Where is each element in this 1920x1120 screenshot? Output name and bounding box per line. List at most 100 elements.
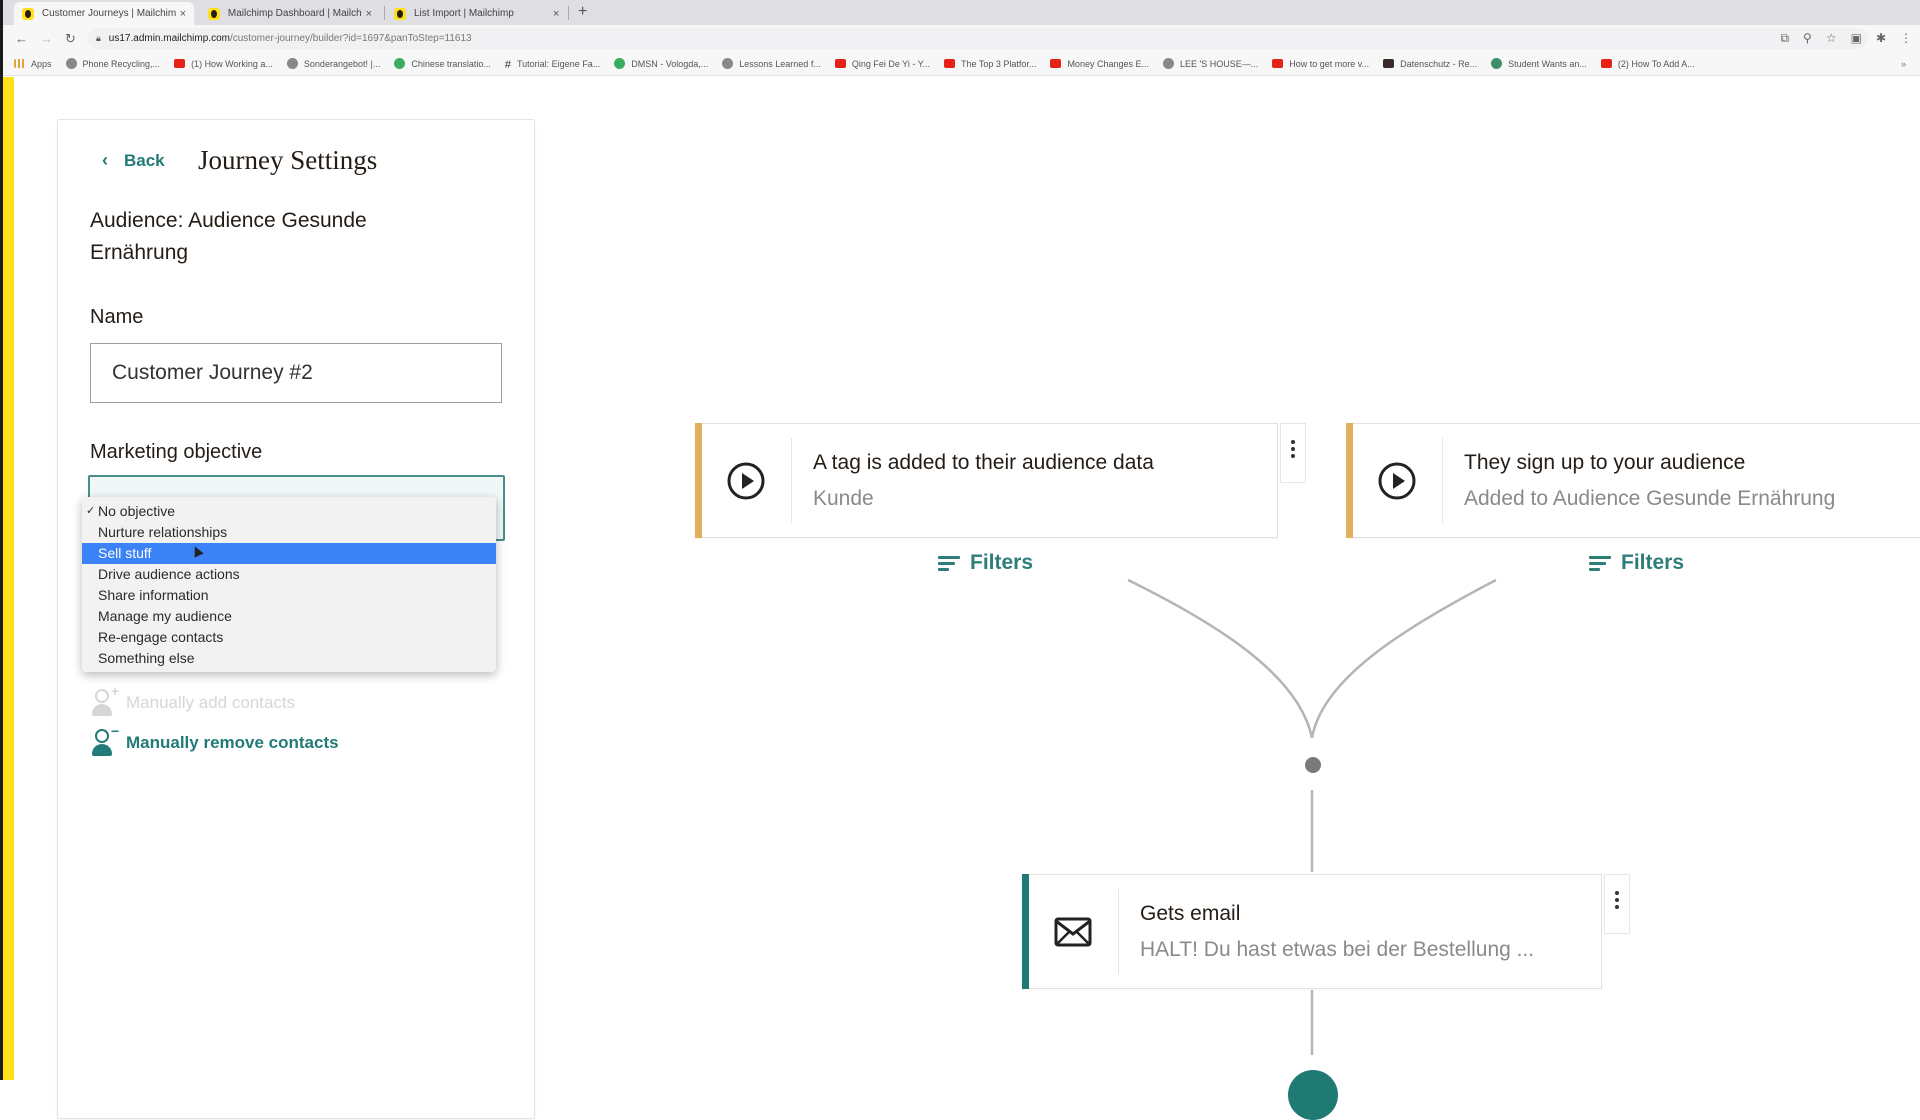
objective-option[interactable]: ✓ No objective	[82, 501, 496, 522]
zoom-icon[interactable]: ⚲	[1803, 31, 1812, 46]
action-accent-bar	[1022, 874, 1029, 989]
bookmark-label: Apps	[31, 58, 52, 69]
bookmark-label: Phone Recycling,...	[82, 58, 161, 69]
filters-label: Filters	[1621, 551, 1685, 574]
green-circle-icon	[394, 58, 406, 69]
star-bookmark-icon[interactable]: ☆	[1826, 31, 1837, 46]
objective-option[interactable]: Share information	[82, 585, 496, 606]
menu-icon[interactable]: ⋮	[1900, 31, 1912, 46]
bookmark-item[interactable]: Sonderangebot! |...	[286, 58, 381, 69]
bookmark-item[interactable]: Money Changes E...	[1050, 59, 1149, 69]
manually-add-contacts-link: + Manually add contacts	[92, 683, 295, 717]
bookmark-item[interactable]: How to get more v...	[1272, 59, 1369, 69]
bookmark-label: Money Changes E...	[1067, 58, 1149, 69]
bookmark-label: Lessons Learned f...	[739, 58, 821, 69]
option-label: Re-engage contacts	[98, 629, 224, 645]
bookmarks-overflow-button[interactable]: »	[1901, 59, 1906, 69]
close-tab-icon[interactable]: ×	[366, 8, 372, 20]
green-circle-icon	[614, 58, 626, 69]
trigger-1-filters-button[interactable]: Filters	[938, 551, 1033, 575]
browser-tab-list-import[interactable]: List Import | Mailchimp ×	[386, 2, 568, 25]
trigger-title: A tag is added to their audience data	[813, 450, 1154, 474]
trigger-node-sign-up[interactable]: They sign up to your audience Added to A…	[1346, 423, 1920, 538]
objective-option[interactable]: Nurture relationships	[82, 522, 496, 543]
figure-icon	[722, 58, 734, 69]
forward-arrow-icon[interactable]: →	[40, 31, 53, 46]
manually-remove-contacts-link[interactable]: − Manually remove contacts	[92, 723, 339, 757]
bookmark-item[interactable]: Chinese translatio...	[394, 58, 491, 69]
email-step-more-options[interactable]	[1604, 874, 1630, 934]
trigger-1-more-options[interactable]	[1280, 423, 1306, 483]
o-icon	[65, 58, 77, 69]
chevron-left-icon: ‹	[102, 150, 108, 170]
bookmark-label: The Top 3 Platfor...	[961, 58, 1037, 69]
bookmark-item[interactable]: Datenschutz - Re...	[1383, 59, 1477, 69]
back-button[interactable]: ‹ Back	[102, 150, 165, 171]
youtube-icon	[174, 59, 186, 68]
browser-tab-mailchimp-dashboard[interactable]: Mailchimp Dashboard | Mailchimp ×	[200, 2, 380, 25]
bookmark-item[interactable]: (2) How To Add A...	[1600, 59, 1695, 69]
trigger-accent-bar	[1346, 423, 1353, 538]
objective-option[interactable]: Something else	[82, 648, 496, 669]
audience-label: Audience: Audience Gesunde Ernährung	[90, 209, 367, 264]
objective-option[interactable]: Drive audience actions	[82, 564, 496, 585]
bookmark-label: Student Wants an...	[1508, 58, 1587, 69]
trigger-node-tag-added[interactable]: A tag is added to their audience data Ku…	[695, 423, 1278, 538]
trigger-2-filters-button[interactable]: Filters	[1589, 551, 1684, 575]
bookmark-label: Sonderangebot! |...	[303, 58, 381, 69]
envelope-icon	[1027, 889, 1119, 974]
teal-circle-icon	[1491, 58, 1503, 69]
reload-icon[interactable]: ↻	[65, 31, 76, 47]
bookmark-item[interactable]: Lessons Learned f...	[722, 58, 821, 69]
close-tab-icon[interactable]: ×	[553, 8, 559, 20]
journey-name-input[interactable]	[90, 343, 502, 403]
connector-left	[1127, 578, 1314, 739]
mailchimp-favicon-icon	[22, 7, 34, 20]
add-person-icon: +	[92, 683, 119, 717]
address-bar[interactable]: 🔒︎ us17.admin.mailchimp.com /customer-jo…	[88, 28, 1868, 49]
back-arrow-icon[interactable]: ←	[15, 31, 28, 46]
browser-toolbar: ← → ↻ 🔒︎ us17.admin.mailchimp.com /custo…	[0, 25, 1920, 52]
facebook-extension-icon[interactable]: ▣	[1851, 31, 1862, 46]
filter-lines-icon	[938, 555, 960, 571]
youtube-icon	[1600, 59, 1612, 68]
tab-title: Customer Journeys | Mailchimp	[41, 8, 176, 19]
add-step-button[interactable]	[1288, 1070, 1338, 1120]
objective-option[interactable]: Manage my audience	[82, 606, 496, 627]
marketing-objective-dropdown: ✓ No objective Nurture relationships Sell s…	[82, 497, 496, 672]
objective-option[interactable]: Re-engage contacts	[82, 627, 496, 648]
trigger-subtitle: Added to Audience Gesunde Ernährung	[1464, 486, 1836, 510]
close-tab-icon[interactable]: ×	[180, 8, 186, 20]
bookmark-item[interactable]: LEE 'S HOUSE—...	[1162, 58, 1258, 69]
globe-icon	[286, 58, 298, 69]
dark-square-icon	[1383, 59, 1395, 68]
bookmark-item[interactable]: Student Wants an...	[1491, 58, 1587, 69]
bookmark-item[interactable]: Phone Recycling,...	[65, 58, 161, 69]
bookmark-item[interactable]: (1) How Working a...	[174, 59, 273, 69]
url-host: us17.admin.mailchimp.com	[108, 33, 230, 44]
bookmark-item[interactable]: # Tutorial: Eigene Fa...	[505, 58, 601, 72]
url-path: /customer-journey/builder?id=1697&panToS…	[229, 33, 472, 44]
bookmarks-bar: Apps Phone Recycling,... (1) How Working a…	[0, 52, 1920, 76]
bookmark-label: Tutorial: Eigene Fa...	[517, 58, 601, 69]
browser-tab-customer-journeys[interactable]: Customer Journeys | Mailchimp ×	[14, 2, 194, 25]
bookmark-label: Datenschutz - Re...	[1400, 58, 1478, 69]
tab-divider	[568, 6, 569, 20]
play-icon	[1351, 438, 1443, 523]
play-icon	[700, 438, 792, 523]
extensions-puzzle-icon[interactable]: ✱	[1876, 31, 1886, 46]
tab-title: Mailchimp Dashboard | Mailchimp	[227, 8, 362, 19]
bookmark-label: Chinese translatio...	[411, 58, 491, 69]
new-tab-button[interactable]: +	[578, 3, 587, 21]
tab-title: List Import | Mailchimp	[414, 8, 514, 19]
action-node-gets-email[interactable]: Gets email HALT! Du hast etwas bei der B…	[1022, 874, 1602, 989]
translate-icon[interactable]: ⧉	[1780, 31, 1789, 46]
bookmark-item[interactable]: Apps	[14, 59, 52, 69]
bookmark-item[interactable]: Qing Fei De Yi - Y...	[834, 59, 930, 69]
mailchimp-favicon-icon	[208, 7, 220, 20]
checkmark-icon: ✓	[86, 505, 96, 517]
bookmark-item[interactable]: The Top 3 Platfor...	[944, 59, 1036, 69]
bookmark-item[interactable]: DMSN - Vologda,...	[614, 58, 708, 69]
remove-person-icon: −	[92, 723, 119, 757]
objective-option[interactable]: Sell stuff	[82, 543, 496, 564]
